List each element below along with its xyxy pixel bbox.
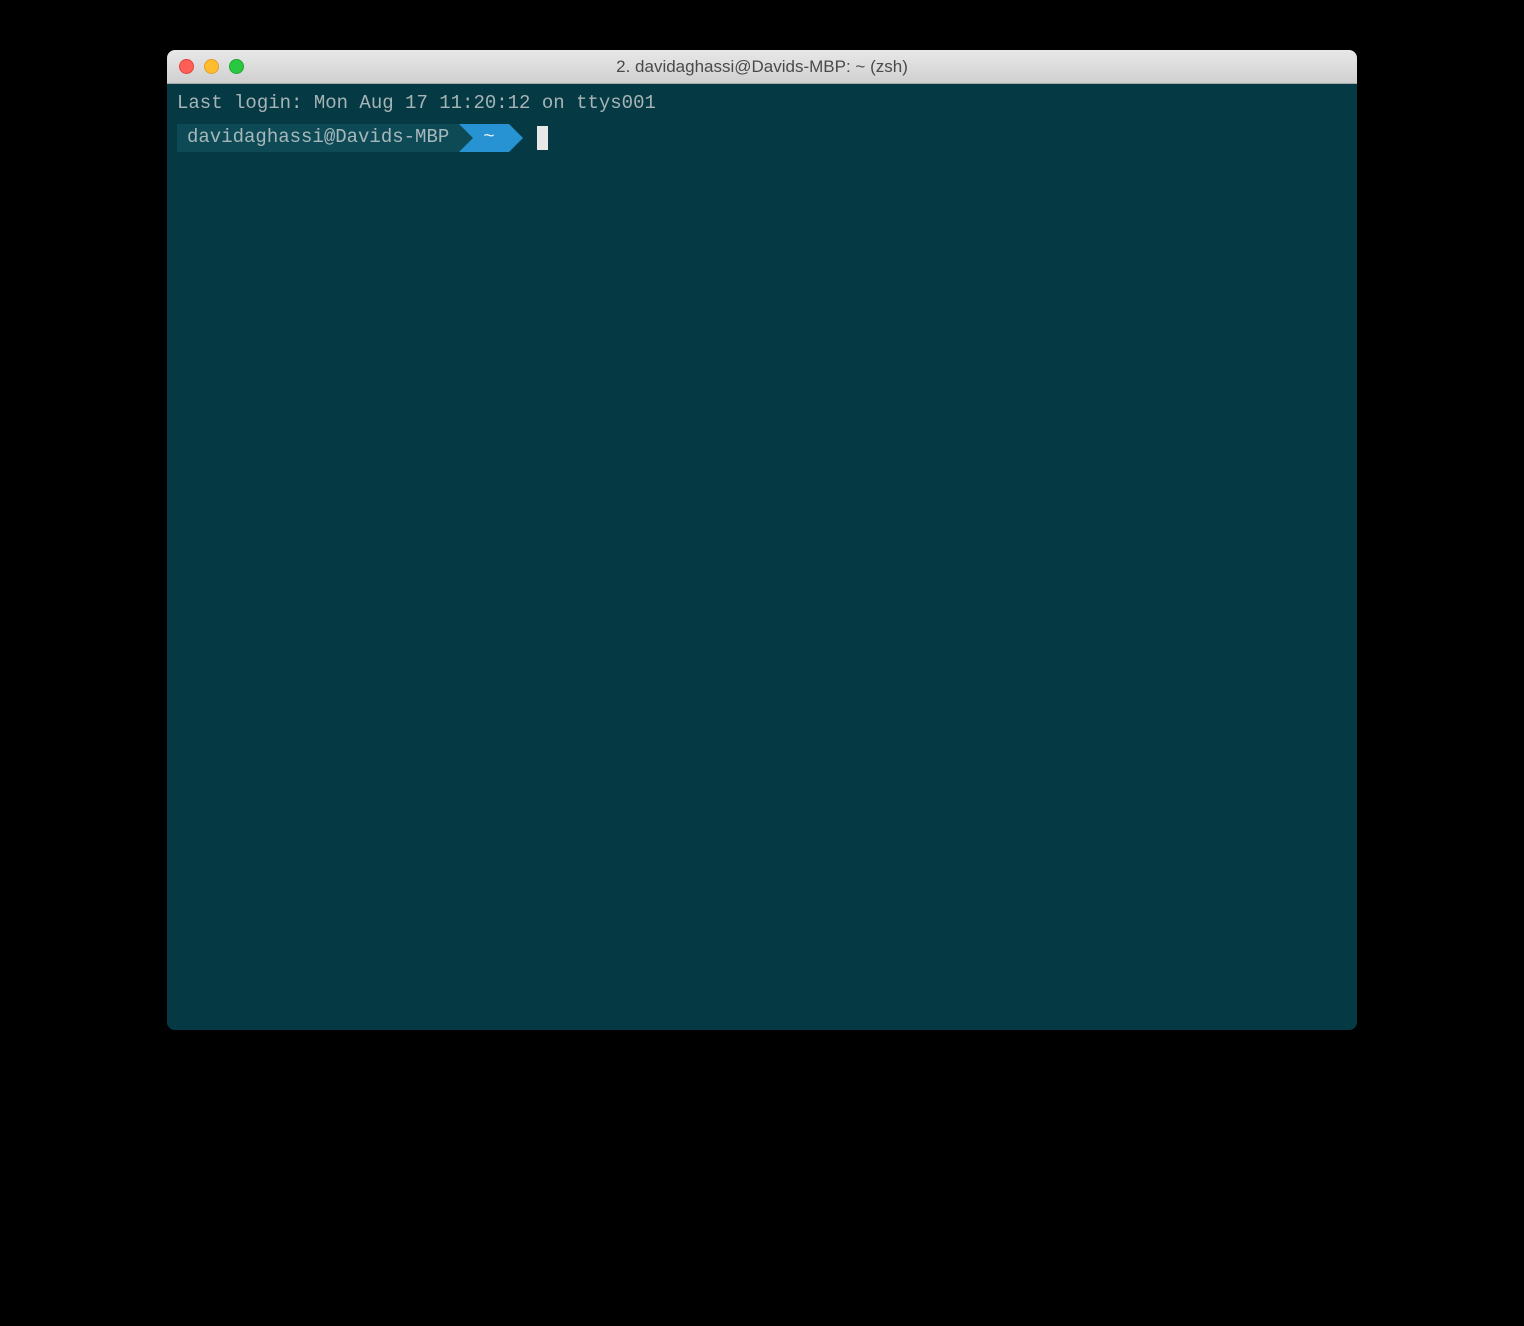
window-title: 2. davidaghassi@Davids-MBP: ~ (zsh) — [616, 57, 908, 77]
title-bar[interactable]: 2. davidaghassi@Davids-MBP: ~ (zsh) — [167, 50, 1357, 84]
close-icon[interactable] — [179, 59, 194, 74]
traffic-lights — [179, 59, 244, 74]
maximize-icon[interactable] — [229, 59, 244, 74]
cursor-icon[interactable] — [537, 126, 548, 150]
prompt-user-host: davidaghassi@Davids-MBP — [177, 124, 459, 152]
terminal-window: 2. davidaghassi@Davids-MBP: ~ (zsh) Last… — [167, 50, 1357, 1030]
prompt-line: davidaghassi@Davids-MBP ~ — [177, 124, 1347, 152]
last-login-text: Last login: Mon Aug 17 11:20:12 on ttys0… — [177, 90, 1347, 118]
terminal-body[interactable]: Last login: Mon Aug 17 11:20:12 on ttys0… — [167, 84, 1357, 1030]
minimize-icon[interactable] — [204, 59, 219, 74]
